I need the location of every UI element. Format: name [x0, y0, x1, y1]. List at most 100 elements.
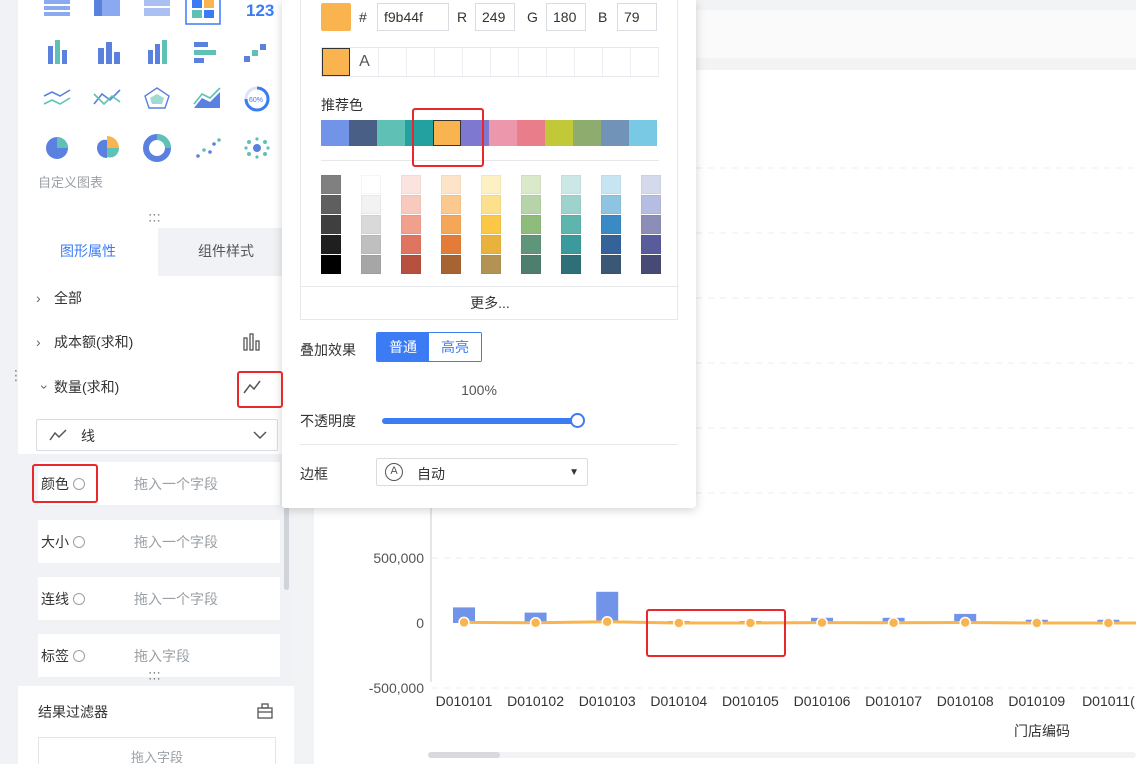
palette-color-swatch[interactable]	[561, 255, 581, 274]
column-chart-icon[interactable]	[148, 40, 167, 64]
filter-drop-box[interactable]: 拖入字段	[38, 737, 276, 764]
g-input[interactable]: 180	[546, 3, 586, 31]
filter-toolbox-icon[interactable]	[256, 702, 274, 720]
palette-color-swatch[interactable]	[521, 255, 541, 274]
line-point[interactable]	[744, 617, 757, 629]
bar-chart-icon[interactable]	[98, 42, 120, 64]
horizontal-bar-icon[interactable]	[194, 42, 216, 63]
palette-color-swatch[interactable]	[521, 235, 541, 254]
recommended-color-swatch[interactable]	[601, 120, 629, 146]
multi-line-icon[interactable]	[43, 89, 71, 105]
gear-icon[interactable]	[73, 478, 85, 490]
size-field-row[interactable]: 大小 拖入一个字段	[38, 520, 280, 564]
section-resize-handle-2[interactable]: ⋯ ⋯	[148, 666, 162, 685]
palette-color-swatch[interactable]	[641, 195, 661, 214]
palette-color-swatch[interactable]	[441, 215, 461, 234]
recent-color-swatch[interactable]	[322, 48, 350, 76]
recommended-color-swatch[interactable]	[349, 120, 377, 146]
palette-color-swatch[interactable]	[561, 175, 581, 194]
palette-color-swatch[interactable]	[401, 195, 421, 214]
palette-color-swatch[interactable]	[401, 175, 421, 194]
empty-recent-slot[interactable]	[407, 48, 435, 76]
bar-chart-icon[interactable]	[242, 332, 262, 352]
palette-color-swatch[interactable]	[441, 175, 461, 194]
r-input[interactable]: 249	[475, 3, 515, 31]
empty-recent-slot[interactable]	[519, 48, 547, 76]
custom-chart-label[interactable]: 自定义图表	[38, 172, 103, 191]
palette-color-swatch[interactable]	[321, 215, 341, 234]
palette-color-swatch[interactable]	[441, 255, 461, 274]
size-field-placeholder[interactable]: 拖入一个字段	[134, 532, 218, 552]
donut-chart-icon[interactable]	[143, 134, 171, 162]
field-scrollbar[interactable]	[284, 500, 289, 590]
palette-color-swatch[interactable]	[361, 255, 381, 274]
blend-highlight-button[interactable]: 高亮	[429, 333, 481, 361]
line-point[interactable]	[959, 616, 971, 629]
gear-icon[interactable]	[73, 536, 85, 548]
palette-color-swatch[interactable]	[641, 215, 661, 234]
palette-color-swatch[interactable]	[561, 195, 581, 214]
gauge-chart-icon[interactable]: 60%	[244, 86, 270, 112]
chart-scrollbar-thumb[interactable]	[428, 752, 500, 758]
recommended-color-swatch[interactable]	[433, 120, 461, 146]
border-select[interactable]: A 自动 ▼	[376, 458, 588, 486]
palette-color-swatch[interactable]	[441, 195, 461, 214]
empty-recent-slot[interactable]	[547, 48, 575, 76]
palette-color-swatch[interactable]	[481, 175, 501, 194]
pie-chart-icon[interactable]	[46, 137, 68, 159]
opacity-slider-thumb[interactable]	[570, 413, 585, 428]
line-point[interactable]	[816, 616, 828, 629]
blend-normal-button[interactable]: 普通	[377, 333, 429, 361]
palette-color-swatch[interactable]	[481, 235, 501, 254]
empty-recent-slot[interactable]	[463, 48, 491, 76]
line-point[interactable]	[1102, 617, 1115, 629]
label-field-placeholder[interactable]: 拖入字段	[134, 646, 190, 666]
line-point[interactable]	[887, 616, 900, 629]
table-chart-icon[interactable]	[44, 0, 70, 16]
palette-color-swatch[interactable]	[641, 255, 661, 274]
chart-scrollbar-track[interactable]	[428, 752, 1136, 758]
line-chart-gallery-icon[interactable]	[93, 89, 121, 106]
empty-recent-slot[interactable]	[631, 48, 659, 76]
palette-color-swatch[interactable]	[321, 195, 341, 214]
connect-field-placeholder[interactable]: 拖入一个字段	[134, 589, 218, 609]
kpi-number-icon[interactable]: 123	[246, 1, 274, 20]
palette-color-swatch[interactable]	[521, 215, 541, 234]
bubble-chart-icon[interactable]	[244, 137, 270, 159]
palette-color-swatch[interactable]	[521, 195, 541, 214]
recommended-color-swatch[interactable]	[405, 120, 433, 146]
section-resize-handle[interactable]: ⋯ ⋯	[148, 208, 162, 227]
empty-recent-slot[interactable]	[603, 48, 631, 76]
hex-input[interactable]: f9b44f	[377, 3, 449, 31]
palette-color-swatch[interactable]	[361, 235, 381, 254]
recommended-color-swatch[interactable]	[545, 120, 573, 146]
connect-field-row[interactable]: 连线 拖入一个字段	[38, 577, 280, 621]
palette-color-swatch[interactable]	[601, 175, 621, 194]
palette-color-swatch[interactable]	[481, 195, 501, 214]
line-point[interactable]	[529, 616, 542, 629]
gear-icon[interactable]	[73, 593, 85, 605]
line-point[interactable]	[601, 615, 613, 628]
tab-component-style[interactable]: 组件样式	[158, 228, 294, 276]
palette-color-swatch[interactable]	[641, 175, 661, 194]
empty-recent-slot[interactable]	[575, 48, 603, 76]
palette-color-swatch[interactable]	[481, 215, 501, 234]
prop-row-quantity[interactable]: ›数量(求和)	[36, 375, 276, 399]
color-field-placeholder[interactable]: 拖入一个字段	[134, 474, 218, 494]
more-colors-link[interactable]: 更多...	[301, 286, 679, 320]
recommended-color-swatch[interactable]	[517, 120, 545, 146]
palette-color-swatch[interactable]	[521, 175, 541, 194]
palette-color-swatch[interactable]	[641, 235, 661, 254]
mark-type-select[interactable]: 线	[36, 419, 278, 451]
empty-recent-slot[interactable]	[379, 48, 407, 76]
palette-color-swatch[interactable]	[601, 255, 621, 274]
palette-color-swatch[interactable]	[561, 215, 581, 234]
grouped-bar-icon[interactable]	[48, 40, 67, 64]
palette-color-swatch[interactable]	[401, 215, 421, 234]
empty-recent-slot[interactable]	[491, 48, 519, 76]
palette-color-swatch[interactable]	[601, 215, 621, 234]
line-chart-icon[interactable]	[242, 377, 262, 397]
empty-recent-slot[interactable]	[435, 48, 463, 76]
line-point[interactable]	[458, 616, 470, 629]
waterfall-icon[interactable]	[244, 44, 266, 62]
